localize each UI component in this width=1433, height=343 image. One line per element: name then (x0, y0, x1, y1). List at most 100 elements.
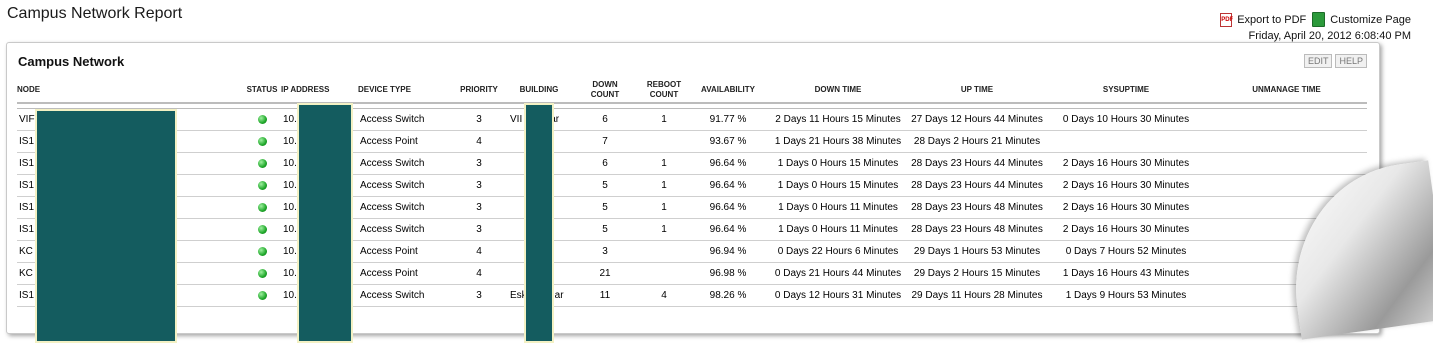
cell-priority: 3 (450, 196, 508, 219)
col-down-time[interactable]: DOWN TIME (768, 78, 908, 104)
table-header-row: NODE STATUS IP ADDRESS DEVICE TYPE PRIOR… (17, 78, 1367, 104)
redaction-block-node (35, 109, 177, 343)
cell-up-time: 28 Days 23 Hours 48 Minutes (908, 196, 1046, 219)
cell-device-type: Access Point (358, 240, 450, 263)
pdf-icon: PDF (1220, 12, 1233, 27)
cell-reboot-count: 1 (640, 108, 688, 131)
cell-down-count: 7 (570, 130, 640, 153)
cell-down-time: 1 Days 0 Hours 15 Minutes (768, 174, 908, 197)
cell-up-time: 29 Days 1 Hours 53 Minutes (908, 240, 1046, 263)
cell-status (243, 108, 281, 131)
col-status[interactable]: STATUS (243, 78, 281, 104)
edit-button[interactable]: EDIT (1303, 54, 1333, 68)
cell-status (243, 130, 281, 153)
page-actions: PDF Export to PDF Customize Page (1220, 12, 1411, 27)
redaction-block-building (524, 103, 554, 343)
cell-sysuptime (1046, 130, 1206, 153)
cell-priority: 3 (450, 284, 508, 307)
cell-availability: 98.26 % (688, 284, 768, 307)
cell-up-time: 28 Days 2 Hours 21 Minutes (908, 130, 1046, 153)
status-up-icon (257, 202, 267, 212)
table-row[interactable]: IS1 10. Access Switch 3 5 1 96.64 % 1 Days 0 Ho… (17, 174, 1367, 197)
cell-unmanage-time (1206, 152, 1367, 175)
cell-status (243, 196, 281, 219)
help-button[interactable]: HELP (1335, 54, 1367, 68)
table-row[interactable]: KC 10. Access Point 4 3 96.94 % 0 Days 22 Hour… (17, 240, 1367, 263)
col-up-time[interactable]: UP TIME (908, 78, 1046, 104)
panel-buttons: EDIT HELP (1303, 54, 1367, 68)
table-row[interactable]: IS1 10. Access Switch 3 6 1 96.64 % 1 Days 0 Ho… (17, 152, 1367, 175)
col-building[interactable]: BUILDING (508, 78, 570, 104)
cell-down-time: 1 Days 0 Hours 11 Minutes (768, 218, 908, 241)
col-reboot-count[interactable]: REBOOT COUNT (640, 78, 688, 104)
cell-up-time: 29 Days 2 Hours 15 Minutes (908, 262, 1046, 285)
status-up-icon (257, 290, 267, 300)
cell-down-time: 1 Days 0 Hours 11 Minutes (768, 196, 908, 219)
cell-sysuptime: 0 Days 7 Hours 52 Minutes (1046, 240, 1206, 263)
cell-reboot-count: 1 (640, 196, 688, 219)
cell-unmanage-time (1206, 108, 1367, 131)
cell-device-type: Access Switch (358, 218, 450, 241)
col-priority[interactable]: PRIORITY (450, 78, 508, 104)
cell-down-time: 0 Days 22 Hours 6 Minutes (768, 240, 908, 263)
cell-priority: 4 (450, 130, 508, 153)
col-availability[interactable]: AVAILABILITY (688, 78, 768, 104)
table-row[interactable]: IS1 10. Access Switch 3 5 1 96.64 % 1 Days 0 Ho… (17, 218, 1367, 241)
cell-sysuptime: 2 Days 16 Hours 30 Minutes (1046, 174, 1206, 197)
cell-down-count: 3 (570, 240, 640, 263)
table-row[interactable]: IS1 10. Access Point 4 7 93.67 % 1 Days 21 Hou… (17, 130, 1367, 153)
cell-down-count: 5 (570, 174, 640, 197)
cell-down-time: 2 Days 11 Hours 15 Minutes (768, 108, 908, 131)
status-up-icon (257, 268, 267, 278)
building-suffix: ar (554, 290, 564, 301)
cell-availability: 96.64 % (688, 196, 768, 219)
cell-reboot-count: 1 (640, 174, 688, 197)
table-row[interactable]: IS1 10. Access Switch 3 Esk ar 11 4 98.26 % 0 Day… (17, 284, 1367, 307)
cell-availability: 96.94 % (688, 240, 768, 263)
cell-reboot-count: 1 (640, 218, 688, 241)
campus-network-panel: Campus Network EDIT HELP NODE STATUS IP … (6, 42, 1380, 343)
cell-availability: 96.64 % (688, 174, 768, 197)
cell-status (243, 262, 281, 285)
cell-device-type: Access Switch (358, 196, 450, 219)
network-table: NODE STATUS IP ADDRESS DEVICE TYPE PRIOR… (17, 78, 1367, 307)
col-reboot-count-line1: REBOOT (646, 80, 682, 89)
cell-availability: 93.67 % (688, 130, 768, 153)
cell-down-time: 1 Days 21 Hours 38 Minutes (768, 130, 908, 153)
cell-device-type: Access Switch (358, 108, 450, 131)
status-up-icon (257, 180, 267, 190)
col-ip-address[interactable]: IP ADDRESS (281, 78, 358, 104)
col-node[interactable]: NODE (17, 78, 243, 104)
cell-device-type: Access Point (358, 130, 450, 153)
col-sysuptime[interactable]: SYSUPTIME (1046, 78, 1206, 104)
cell-reboot-count (640, 130, 688, 153)
cell-down-count: 6 (570, 108, 640, 131)
cell-up-time: 28 Days 23 Hours 44 Minutes (908, 152, 1046, 175)
cell-availability: 96.98 % (688, 262, 768, 285)
export-pdf-button[interactable]: PDF Export to PDF (1220, 12, 1306, 27)
customize-page-button[interactable]: Customize Page (1312, 12, 1411, 27)
col-down-count[interactable]: DOWN COUNT (570, 78, 640, 104)
cell-up-time: 28 Days 23 Hours 48 Minutes (908, 218, 1046, 241)
table-row[interactable]: KC 10. Access Point 4 21 96.98 % 0 Days 21 Hou… (17, 262, 1367, 285)
cell-down-time: 0 Days 21 Hours 44 Minutes (768, 262, 908, 285)
cell-up-time: 29 Days 11 Hours 28 Minutes (908, 284, 1046, 307)
cell-priority: 4 (450, 262, 508, 285)
cell-reboot-count (640, 262, 688, 285)
col-device-type[interactable]: DEVICE TYPE (358, 78, 450, 104)
report-timestamp: Friday, April 20, 2012 6:08:40 PM (1248, 30, 1411, 42)
cell-up-time: 27 Days 12 Hours 44 Minutes (908, 108, 1046, 131)
status-up-icon (257, 114, 267, 124)
table-row[interactable]: IS1 10. Access Switch 3 5 1 96.64 % 1 Days 0 Ho… (17, 196, 1367, 219)
cell-reboot-count: 4 (640, 284, 688, 307)
cell-availability: 96.64 % (688, 218, 768, 241)
cell-down-time: 0 Days 12 Hours 31 Minutes (768, 284, 908, 307)
table-row[interactable]: VIF 10. Access Switch 3 VII ar 6 1 91.77 % 2 Days… (17, 108, 1367, 131)
page-title: Campus Network Report (7, 5, 183, 22)
customize-page-label: Customize Page (1330, 13, 1411, 26)
cell-status (243, 174, 281, 197)
col-unmanage-time[interactable]: UNMANAGE TIME (1206, 78, 1367, 104)
status-up-icon (257, 224, 267, 234)
cell-reboot-count (640, 240, 688, 263)
building-prefix: VII (510, 114, 523, 125)
